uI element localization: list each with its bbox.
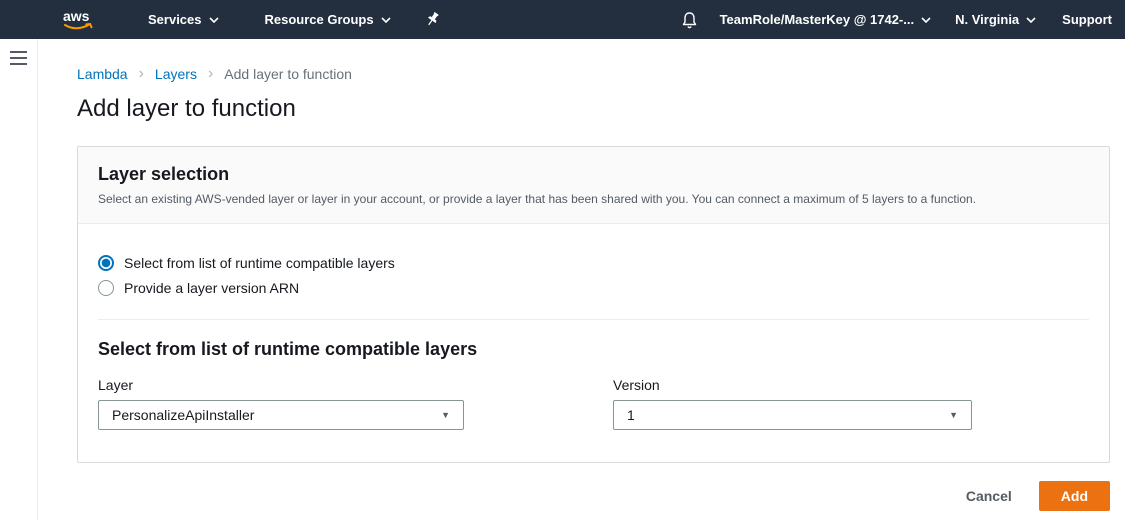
layer-select[interactable]: PersonalizeApiInstaller ▼ bbox=[98, 400, 464, 430]
chevron-down-icon bbox=[381, 17, 391, 23]
bell-icon bbox=[681, 11, 698, 29]
breadcrumb: Lambda › Layers › Add layer to function bbox=[77, 66, 1125, 82]
chevron-down-icon: ▼ bbox=[949, 410, 958, 420]
page-body: Lambda › Layers › Add layer to function … bbox=[0, 39, 1125, 520]
topbar-right-group: TeamRole/MasterKey @ 1742-... N. Virgini… bbox=[681, 11, 1112, 29]
main-content: Lambda › Layers › Add layer to function … bbox=[38, 39, 1125, 520]
notifications-button[interactable] bbox=[681, 11, 698, 29]
layer-select-value: PersonalizeApiInstaller bbox=[112, 407, 254, 423]
chevron-right-icon: › bbox=[208, 67, 213, 81]
nav-services[interactable]: Services bbox=[148, 12, 219, 27]
layer-selection-card: Layer selection Select an existing AWS-v… bbox=[77, 146, 1110, 463]
version-select-value: 1 bbox=[627, 407, 635, 423]
version-select[interactable]: 1 ▼ bbox=[613, 400, 972, 430]
breadcrumb-current: Add layer to function bbox=[224, 66, 352, 82]
region-menu[interactable]: N. Virginia bbox=[955, 12, 1036, 27]
chevron-down-icon: ▼ bbox=[441, 410, 450, 420]
nav-services-label: Services bbox=[148, 12, 202, 27]
radio-runtime-compatible-layers[interactable]: Select from list of runtime compatible l… bbox=[98, 255, 1089, 271]
radio-runtime-compatible-label: Select from list of runtime compatible l… bbox=[124, 255, 395, 271]
svg-text:aws: aws bbox=[63, 8, 90, 24]
pushpin-icon bbox=[425, 11, 440, 28]
chevron-right-icon: › bbox=[139, 67, 144, 81]
chevron-down-icon bbox=[921, 17, 931, 23]
section-title: Select from list of runtime compatible l… bbox=[98, 339, 1089, 360]
layer-field-label: Layer bbox=[98, 377, 613, 393]
card-header: Layer selection Select an existing AWS-v… bbox=[78, 147, 1109, 224]
add-button[interactable]: Add bbox=[1039, 481, 1110, 511]
aws-logo[interactable]: aws bbox=[60, 7, 98, 33]
layer-field: Layer PersonalizeApiInstaller ▼ bbox=[98, 377, 613, 430]
chevron-down-icon bbox=[209, 17, 219, 23]
nav-support-label: Support bbox=[1062, 12, 1112, 27]
radio-layer-version-arn-label: Provide a layer version ARN bbox=[124, 280, 299, 296]
nav-resource-groups-label: Resource Groups bbox=[265, 12, 374, 27]
nav-support[interactable]: Support bbox=[1062, 12, 1112, 27]
breadcrumb-layers[interactable]: Layers bbox=[155, 66, 197, 82]
aws-logo-icon: aws bbox=[60, 7, 98, 33]
cancel-button[interactable]: Cancel bbox=[966, 488, 1012, 504]
pin-shortcut-button[interactable] bbox=[425, 11, 440, 28]
page-title: Add layer to function bbox=[77, 95, 1125, 123]
breadcrumb-lambda[interactable]: Lambda bbox=[77, 66, 128, 82]
chevron-down-icon bbox=[1026, 17, 1036, 23]
radio-unselected-icon bbox=[98, 280, 114, 296]
radio-selected-icon bbox=[98, 255, 114, 271]
account-menu-label: TeamRole/MasterKey @ 1742-... bbox=[720, 12, 915, 27]
sidebar-rail bbox=[0, 39, 38, 520]
runtime-compatible-section: Select from list of runtime compatible l… bbox=[78, 320, 1109, 462]
card-title: Layer selection bbox=[98, 164, 1089, 185]
version-field: Version 1 ▼ bbox=[613, 377, 972, 430]
field-row: Layer PersonalizeApiInstaller ▼ Version … bbox=[98, 377, 1089, 430]
account-menu[interactable]: TeamRole/MasterKey @ 1742-... bbox=[720, 12, 932, 27]
form-actions: Cancel Add bbox=[77, 481, 1110, 511]
topbar: aws Services Resource Groups bbox=[0, 0, 1125, 39]
card-description: Select an existing AWS-vended layer or l… bbox=[98, 192, 1089, 206]
radio-layer-version-arn[interactable]: Provide a layer version ARN bbox=[98, 280, 1089, 296]
layer-source-radio-group: Select from list of runtime compatible l… bbox=[78, 224, 1109, 319]
menu-icon[interactable] bbox=[10, 51, 27, 65]
version-field-label: Version bbox=[613, 377, 972, 393]
nav-resource-groups[interactable]: Resource Groups bbox=[265, 12, 391, 27]
region-menu-label: N. Virginia bbox=[955, 12, 1019, 27]
